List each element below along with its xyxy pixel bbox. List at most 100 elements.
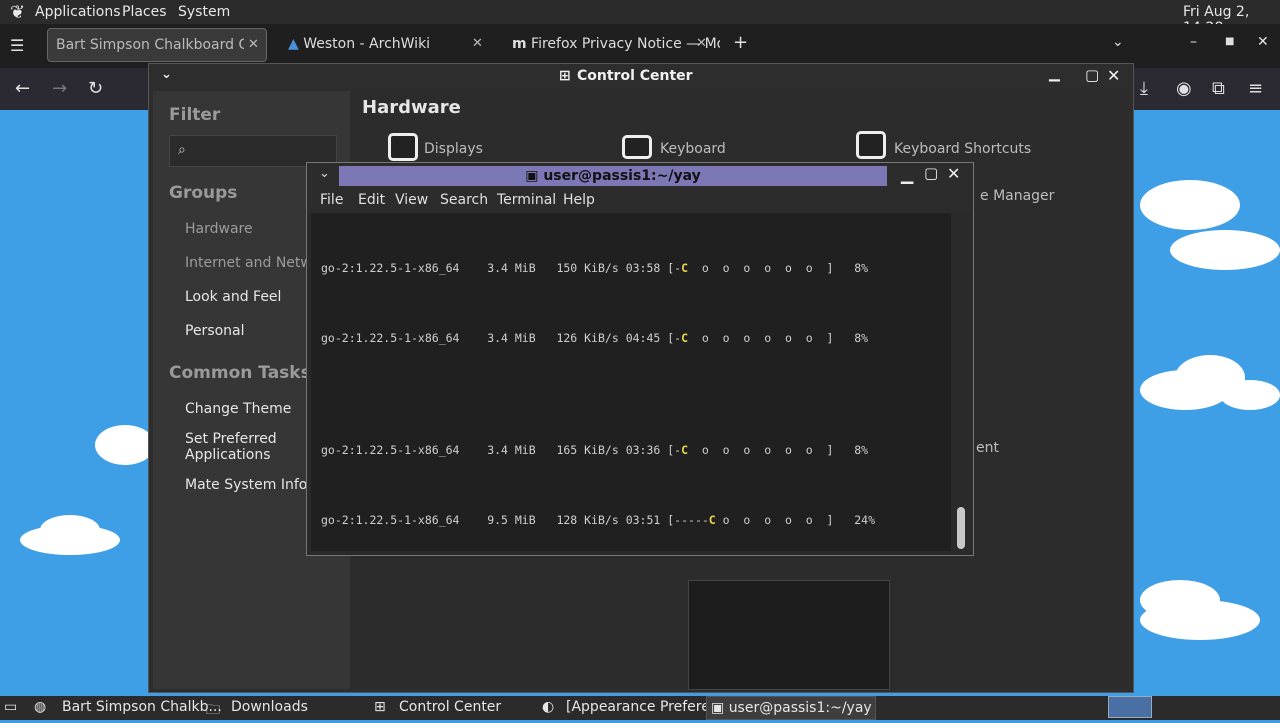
minimize-icon[interactable]: ▁ — [1049, 66, 1060, 82]
close-icon[interactable]: ✕ — [1107, 66, 1120, 85]
task-terminal-label: user@passis1:~/yay — [728, 700, 872, 716]
task-mate-system-info[interactable]: Mate System Info — [185, 477, 307, 493]
tab-bart-simpson[interactable]: Bart Simpson Chalkboard Gene ✕ — [47, 28, 267, 62]
tab-weston-archwiki[interactable]: ▲ Weston - ArchWiki ✕ — [280, 28, 490, 62]
menu-icon[interactable]: ≡ — [1248, 78, 1263, 99]
line-time: 03:58 — [625, 261, 661, 275]
line-size: 3.4 MiB — [487, 261, 536, 275]
bottom-taskbar: ▭ ◍ Bart Simpson Chalkb... 🗀 Downloads ⊞… — [0, 696, 1280, 720]
window-menu-icon[interactable]: ⌄ — [161, 67, 172, 82]
pacman-c: C — [681, 261, 689, 275]
line-size: 9.5 MiB — [487, 513, 536, 527]
terminal-output[interactable]: go-2:1.22.5-1-x86_64 3.4 MiB 150 KiB/s 0… — [311, 213, 951, 551]
menu-terminal[interactable]: Terminal — [497, 192, 556, 208]
maximize-icon[interactable]: ▢ — [924, 164, 938, 182]
search-icon: ⌕ — [178, 142, 186, 158]
keyboard-icon[interactable] — [622, 135, 652, 159]
workspace-switcher[interactable] — [1108, 696, 1152, 718]
line-sep — [619, 513, 626, 527]
item-displays[interactable]: Displays — [424, 141, 483, 157]
maximize-icon[interactable]: ■ — [1225, 36, 1234, 47]
line-bar-pre: [- — [667, 443, 682, 457]
new-tab-button[interactable]: + — [733, 32, 748, 53]
group-look-and-feel[interactable]: Look and Feel — [185, 289, 281, 305]
close-icon[interactable]: ✕ — [472, 36, 483, 51]
group-hardware[interactable]: Hardware — [185, 221, 253, 237]
task-terminal[interactable]: ▣ user@passis1:~/yay — [706, 696, 876, 720]
line-bar-post: o o o o o o ] — [688, 443, 855, 457]
window-title: Control Center — [577, 68, 693, 84]
line-sep — [536, 261, 557, 275]
terminal-line: go-2:1.22.5-1-x86_64 3.4 MiB 126 KiB/s 0… — [321, 331, 868, 345]
line-percent: 8% — [854, 261, 869, 275]
line-sep — [619, 261, 626, 275]
extensions-icon[interactable]: ⧉ — [1212, 78, 1225, 99]
menu-file[interactable]: File — [320, 192, 343, 208]
line-sep — [619, 331, 626, 345]
line-pkg: go-2:1.22.5-1-x86_64 — [321, 513, 460, 527]
task-firefox[interactable]: Bart Simpson Chalkb... — [62, 696, 222, 720]
account-icon[interactable]: ◉ — [1176, 78, 1192, 99]
item-partial-ent[interactable]: ent — [976, 440, 999, 456]
downloads-icon[interactable]: ⤓ — [1140, 78, 1148, 99]
line-pkg: go-2:1.22.5-1-x86_64 — [321, 261, 460, 275]
tab-firefox-privacy[interactable]: m Firefox Privacy Notice — Mo ✕ — [504, 28, 720, 62]
line-sep — [536, 443, 557, 457]
close-icon[interactable]: ✕ — [696, 36, 707, 51]
chevron-down-icon[interactable]: ⌄ — [1112, 34, 1124, 50]
window-menu-icon[interactable]: ⌄ — [319, 166, 330, 181]
line-percent: 8% — [854, 443, 869, 457]
menu-edit[interactable]: Edit — [358, 192, 385, 208]
gnome-foot-icon[interactable]: ❦ — [10, 2, 25, 23]
window-titlebar[interactable]: ⌄ ⊞ Control Center ▁ ▢ ✕ — [149, 64, 1133, 90]
menu-help[interactable]: Help — [563, 192, 595, 208]
tab-list-icon[interactable]: ☰ — [10, 36, 24, 55]
line-size: 3.4 MiB — [487, 443, 536, 457]
task-control-center[interactable]: Control Center — [399, 696, 501, 720]
minimize-icon[interactable]: ▁ — [901, 165, 913, 184]
line-bar-pre: [----- — [667, 513, 709, 527]
tab-label: Firefox Privacy Notice — Mo — [531, 36, 720, 52]
group-personal[interactable]: Personal — [185, 323, 245, 339]
line-size: 3.4 MiB — [487, 331, 536, 345]
keyboard-shortcuts-icon[interactable] — [856, 131, 886, 159]
terminal-menubar: File Edit View Search Terminal Help — [307, 189, 973, 213]
item-keyboard[interactable]: Keyboard — [660, 141, 726, 157]
reload-icon[interactable]: ↻ — [88, 78, 103, 99]
minimize-icon[interactable]: – — [1190, 34, 1197, 50]
display-icon[interactable] — [388, 133, 418, 161]
line-sep — [459, 331, 487, 345]
line-pkg: go-2:1.22.5-1-x86_64 — [321, 443, 460, 457]
menu-search[interactable]: Search — [440, 192, 488, 208]
folder-icon: 🗀 — [206, 702, 220, 718]
task-set-preferred-apps[interactable]: Set Preferred Applications — [185, 431, 305, 463]
menu-view[interactable]: View — [395, 192, 428, 208]
task-downloads[interactable]: Downloads — [231, 696, 308, 720]
close-icon[interactable]: ✕ — [947, 164, 960, 183]
window-preview-thumbnail[interactable] — [688, 580, 890, 690]
task-change-theme[interactable]: Change Theme — [185, 401, 291, 417]
scrollbar-thumb[interactable] — [957, 507, 965, 549]
line-percent: 8% — [854, 331, 869, 345]
terminal-title: ▣ user@passis1:~/yay — [339, 166, 887, 186]
archlinux-icon: ▲ — [288, 36, 299, 52]
line-pkg: go-2:1.22.5-1-x86_64 — [321, 331, 460, 345]
line-sep — [459, 513, 487, 527]
terminal-line: go-2:1.22.5-1-x86_64 9.5 MiB 128 KiB/s 0… — [321, 513, 875, 527]
terminal-titlebar[interactable]: ⌄ ▣ user@passis1:~/yay ▁ ▢ ✕ — [307, 163, 973, 189]
top-panel: ❦ Applications Places System Fri Aug 2, … — [0, 0, 1280, 36]
terminal-scrollbar[interactable] — [953, 213, 971, 551]
close-icon[interactable]: ✕ — [248, 37, 259, 52]
line-rate: 126 KiB/s — [556, 331, 619, 345]
system-menu[interactable]: System — [178, 4, 230, 20]
places-menu[interactable]: Places — [122, 4, 167, 20]
item-partial-manager[interactable]: e Manager — [980, 188, 1054, 204]
maximize-icon[interactable]: ▢ — [1085, 66, 1099, 84]
item-keyboard-shortcuts[interactable]: Keyboard Shortcuts — [894, 141, 1031, 157]
close-window-icon[interactable]: ✕ — [1257, 34, 1269, 50]
forward-icon[interactable]: → — [52, 78, 67, 99]
terminal-line: go-2:1.22.5-1-x86_64 3.4 MiB 150 KiB/s 0… — [321, 261, 868, 275]
back-icon[interactable]: ← — [15, 78, 30, 99]
applications-menu[interactable]: Applications — [35, 4, 121, 20]
show-desktop-icon[interactable]: ▭ — [4, 696, 17, 720]
